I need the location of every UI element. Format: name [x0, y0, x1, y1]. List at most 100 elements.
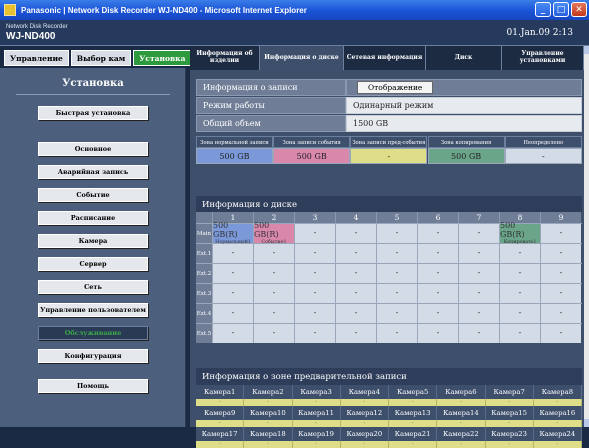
disk-cell: - [458, 244, 499, 263]
disk-cell-value: - [231, 288, 235, 298]
disk-cell-value: - [313, 308, 317, 318]
sidebar-item-schedule[interactable]: Расписание [38, 211, 148, 225]
disk-cell: - [294, 324, 335, 343]
camera-prerecord-value: - [485, 399, 534, 406]
camera-name: Камера12 [340, 406, 389, 420]
camera-value-row: -------- [196, 399, 582, 406]
disk-cell: - [253, 324, 294, 343]
disk-cell: - [458, 284, 499, 303]
disk-cell: - [294, 304, 335, 323]
disk-cell: - [294, 284, 335, 303]
disk-cell-value: - [518, 288, 522, 298]
disk-cell: - [253, 244, 294, 263]
zone-undefined: Неопределено - [504, 136, 582, 164]
disk-row-label: Ext.2 [196, 264, 212, 283]
disk-row: Ext.1 - - - - - - - - - [196, 243, 582, 263]
camera-prerecord-value: - [196, 441, 245, 448]
sidebar-item-help[interactable]: Помощь [38, 379, 148, 393]
disk-cell-value: 500 GB(R) [213, 221, 238, 239]
disk-row-label: Ext.1 [196, 244, 212, 263]
prerecord-heading: Информация о зоне предварительной записи [196, 368, 582, 385]
scroll-up-arrow[interactable] [584, 46, 589, 54]
disk-cell: - [417, 324, 458, 343]
disk-cell: - [499, 324, 540, 343]
disk-cell: - [335, 224, 376, 243]
disk-cell: - [499, 284, 540, 303]
camera-name: Камера9 [196, 406, 245, 420]
sidebar-divider [16, 94, 170, 95]
disk-cell-value: - [272, 268, 276, 278]
disk-cell-value: - [231, 248, 235, 258]
sidebar-item-user-management[interactable]: Управление пользователем [38, 303, 148, 317]
disk-cell: - [417, 244, 458, 263]
tab-settings-management[interactable]: Управление установками [502, 46, 584, 70]
nav-camera-select-button[interactable]: Выбор кам [70, 50, 132, 66]
rec-info-label: Информация о записи [196, 79, 346, 96]
disk-cell: - [294, 264, 335, 283]
camera-name-row: Камера17 Камера18 Камера19 Камера20 Камера21… [196, 427, 582, 441]
disk-cell: - [253, 264, 294, 283]
disk-cell: - [540, 264, 581, 283]
disk-info-panel: Информация о записи Отображение Режим ра… [196, 74, 582, 448]
sidebar-item-network[interactable]: Сеть [38, 280, 148, 294]
camera-name: Камера16 [533, 406, 582, 420]
disk-cell-value: - [354, 268, 358, 278]
tab-network-info[interactable]: Сетевая информация [344, 46, 426, 70]
nav-setup-button[interactable]: Установка [133, 50, 192, 66]
disk-cell-value: - [518, 248, 522, 258]
close-button[interactable]: ✕ [571, 2, 587, 17]
camera-prerecord-value: - [196, 420, 245, 427]
datetime-display: 01.Jan.09 2:13 [506, 28, 573, 38]
sidebar-item-maintenance[interactable]: Обслуживание [38, 326, 148, 340]
disk-row-label: Ext.3 [196, 284, 212, 303]
sidebar-item-emergency-rec[interactable]: Аварийная запись [38, 165, 148, 179]
camera-value-row: -------- [196, 420, 582, 427]
disk-cell-value: - [313, 228, 317, 238]
disk-cell-value: - [313, 288, 317, 298]
prerecord-cameras: Камера1 Камера2 Камера3 Камера4 Камера5 Камер… [196, 385, 582, 448]
camera-prerecord-value: - [196, 399, 245, 406]
zone-event: Зона записи события 500 GB [273, 136, 351, 164]
disk-cell: - [253, 284, 294, 303]
disk-cell-value: - [395, 248, 399, 258]
camera-prerecord-value: - [340, 399, 389, 406]
brand-caption: Network Disk Recorder [6, 24, 68, 30]
minimize-button[interactable]: _ [535, 2, 551, 17]
sidebar-item-event[interactable]: Событие [38, 188, 148, 202]
disk-cell: - [212, 264, 253, 283]
zone-pre-event: Зона записи пред-события - [350, 136, 428, 164]
vertical-scrollbar[interactable] [584, 46, 589, 427]
camera-name: Камера10 [244, 406, 293, 420]
tab-product-info[interactable]: Информация об изделии [190, 46, 260, 70]
sidebar-item-camera[interactable]: Камера [38, 234, 148, 248]
disk-cell: - [417, 264, 458, 283]
camera-name: Камера8 [533, 385, 582, 399]
disk-row: Ext.5 - - - - - - - - - [196, 323, 582, 343]
camera-prerecord-value: - [292, 441, 341, 448]
disk-cell-value: - [354, 228, 358, 238]
sidebar-item-configuration[interactable]: Конфигурация [38, 349, 148, 363]
nav-control-button[interactable]: Управление [4, 50, 69, 66]
sidebar-item-quick-setup[interactable]: Быстрая установка [38, 106, 148, 120]
show-button[interactable]: Отображение [357, 81, 434, 94]
disk-row-label: Ext.4 [196, 304, 212, 323]
scroll-down-arrow[interactable] [584, 419, 589, 427]
camera-name: Камера23 [485, 427, 534, 441]
zone-normal: Зона нормальной записи 500 GB [196, 136, 273, 164]
disk-cell: - [458, 324, 499, 343]
tab-disk-info[interactable]: Информация о диске [260, 46, 344, 70]
disk-cell: - [376, 304, 417, 323]
camera-name: Камера3 [292, 385, 341, 399]
disk-cell: - [499, 244, 540, 263]
main-content: Информация об изделии Информация о диске… [190, 46, 584, 448]
disk-cell: 500 GB(R) Копировать1 [499, 221, 540, 245]
disk-cell-value: - [395, 288, 399, 298]
disk-cell-value: - [272, 288, 276, 298]
disk-cell: - [417, 224, 458, 243]
maximize-button[interactable]: □ [553, 2, 569, 17]
sidebar-item-basic[interactable]: Основное [38, 142, 148, 156]
disk-row-label: Ext.5 [196, 324, 212, 343]
sidebar-item-server[interactable]: Сервер [38, 257, 148, 271]
disk-cell-value: - [559, 308, 563, 318]
tab-disk[interactable]: Диск [426, 46, 502, 70]
